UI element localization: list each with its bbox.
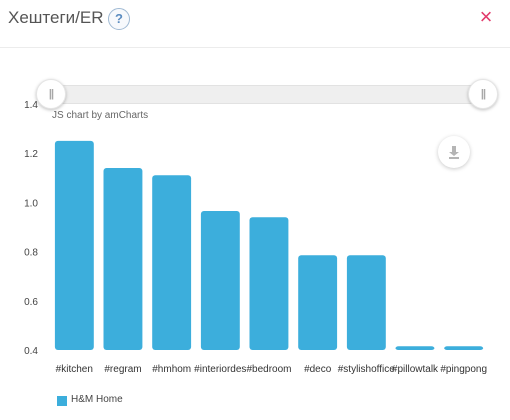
amcharts-credit[interactable]: JS chart by amCharts: [52, 110, 148, 121]
x-tick-label: #hmhom: [152, 364, 191, 375]
y-tick-label: 1.0: [24, 198, 38, 209]
y-tick-label: 0.4: [24, 346, 38, 357]
legend-swatch: [57, 396, 67, 406]
bar: [54, 140, 94, 350]
bar: [249, 217, 289, 350]
x-tick-label: #kitchen: [56, 364, 93, 375]
legend-label: H&M Home: [71, 394, 123, 405]
x-tick-label: #pillowtalk: [392, 364, 439, 375]
y-tick-label: 0.8: [24, 248, 38, 259]
x-tick-label: #regram: [104, 364, 141, 375]
x-tick-label: #bedroom: [246, 364, 291, 375]
bar-chart: 0.40.60.81.01.21.4#kitchen #regram #hmhom #…: [24, 100, 487, 375]
scrollbar-left-grip[interactable]: ||: [36, 79, 66, 109]
x-tick-label: #deco: [304, 364, 332, 375]
bar: [298, 255, 338, 350]
x-tick-label: #interiordes: [194, 364, 246, 375]
y-tick-label: 1.2: [24, 149, 38, 160]
y-tick-label: 0.6: [24, 297, 38, 308]
bar: [444, 346, 484, 350]
chart-scrollbar[interactable]: [51, 85, 484, 104]
bar: [346, 255, 386, 350]
x-tick-label: #stylishoffice: [338, 364, 396, 375]
bar: [103, 168, 143, 350]
x-tick-label: #pingpong: [440, 364, 487, 375]
scrollbar-right-grip[interactable]: ||: [468, 79, 498, 109]
export-button[interactable]: [438, 136, 470, 168]
bar: [200, 211, 240, 350]
bar: [152, 175, 192, 350]
bar: [395, 346, 435, 350]
y-tick-label: 1.4: [24, 100, 38, 111]
download-icon: [449, 146, 459, 159]
